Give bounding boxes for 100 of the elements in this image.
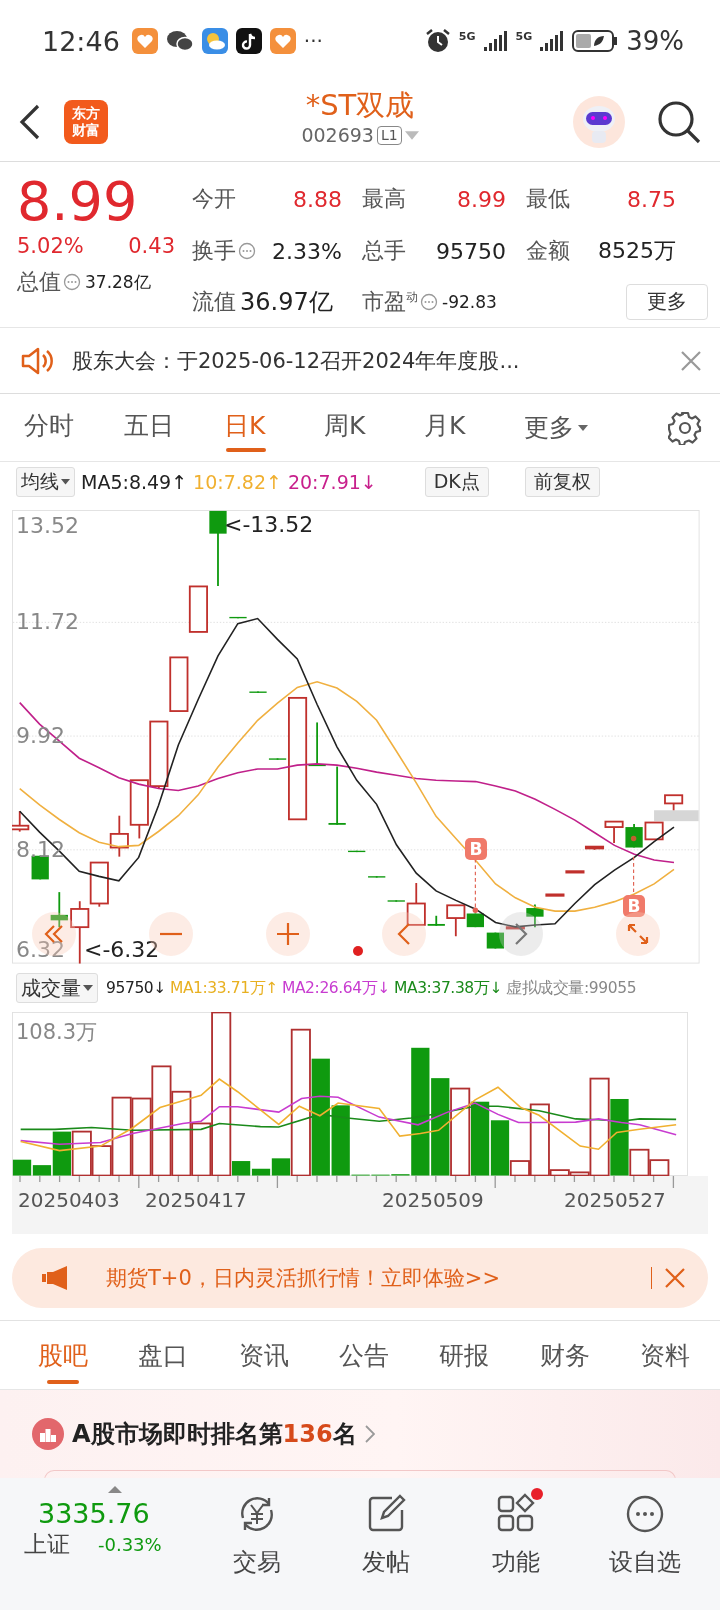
candle [12,810,30,833]
heart-app-icon [131,28,158,54]
zoom-in-button[interactable] [266,912,310,956]
nav-item[interactable]: 交易 [192,1492,322,1582]
chart-tab[interactable]: 分时 [24,393,124,462]
close-icon[interactable] [680,349,702,372]
more-dots-icon[interactable] [238,242,256,261]
network-type: 5G [458,30,476,43]
date-label: 20250509 [382,1188,484,1212]
close-icon[interactable] [664,1267,686,1289]
nav-item[interactable]: 发帖 [321,1492,451,1582]
more-dots-icon[interactable] [420,292,438,311]
stat-value: 2.33% [272,238,342,264]
chart-option-button[interactable]: 前复权 [524,467,600,497]
more-button[interactable]: 更多 [626,283,708,320]
back-icon[interactable] [18,102,42,141]
stat-value: 36.97亿 [240,286,333,318]
search-icon[interactable] [656,98,702,145]
weather-icon [201,28,228,54]
nav-item[interactable]: 功能 [451,1492,581,1582]
trade-point [630,835,637,842]
scroll-left-button[interactable] [382,912,426,956]
stat-value: 8525万 [598,237,676,266]
chart-option-button[interactable]: DK点 [424,467,489,497]
volume-average-value: MA1:33.71万↑ [169,977,278,999]
index-change: -0.33% [98,1534,162,1555]
robot-avatar-icon[interactable] [572,94,626,149]
index-name: 上证 [24,1530,70,1559]
chart-tab[interactable]: 日K [224,393,324,462]
chart-tab[interactable]: 月K [424,393,524,462]
moving-average-value: 10:7.82↑ [193,471,282,493]
stat-label: 总手 [362,237,406,266]
stat-label: 最高 [362,185,406,214]
date-label: 20250417 [145,1188,247,1212]
nav-item[interactable]: 设自选 [580,1492,710,1582]
leader-line [633,856,635,896]
chevron-left-icon [397,923,411,945]
trade-point [472,907,479,914]
caret-icon [83,985,93,991]
stat-label: 最低 [526,185,570,214]
index-value: 3335.76 [38,1498,151,1529]
stat-label: 换手 [192,237,236,266]
current-price: 8.99 [17,172,139,232]
dynamic-mark: 动 [406,288,418,304]
caret-up-icon[interactable] [108,1486,122,1493]
price-axis-label: 11.72 [16,610,79,635]
market-rank-text[interactable]: A股市场即时排名第136名 [72,1418,357,1450]
section-tab[interactable]: 资料 [639,1320,690,1390]
section-tab[interactable]: 盘口 [138,1320,189,1390]
settings-icon[interactable] [668,410,702,445]
candle [129,779,149,840]
low-price-label: <-6.32 [84,938,160,962]
candle [169,656,189,712]
section-tab[interactable]: 公告 [339,1320,389,1390]
indicator-selector[interactable]: 成交量 [16,973,98,1003]
candle [368,875,386,879]
leader-line [474,858,476,910]
section-tab[interactable]: 财务 [539,1320,590,1390]
stat-label: 总值 [17,268,61,296]
chart-tab[interactable]: 周K [324,393,424,462]
minus-icon [160,932,182,936]
volume-average-value: MA2:26.64万↓ [281,977,390,999]
candle [249,690,267,694]
dropdown-icon[interactable] [404,130,419,140]
indicator-selector[interactable]: 均线 [16,467,75,497]
section-tab[interactable]: 研报 [439,1320,490,1390]
candle [229,616,247,620]
candle [149,720,169,790]
section-tab[interactable]: 股吧 [38,1320,88,1390]
candle [328,765,346,826]
chart-tab[interactable]: 五日 [124,393,224,462]
candle [109,814,129,858]
buy-marker: B [465,838,487,860]
section-tab[interactable]: 资讯 [238,1320,289,1390]
chevron-right-icon [514,923,528,945]
candle [644,821,664,841]
price-axis-label: 13.52 [16,514,79,538]
change-amount: 0.43 [128,234,175,258]
scroll-right-button[interactable] [499,912,543,956]
more-dots-icon[interactable] [63,273,81,291]
caret-icon [578,424,588,431]
volume-average-value: MA3:37.38万↓ [393,977,502,999]
candle [625,823,643,849]
candle [664,794,684,812]
caret-icon [61,479,70,485]
stat-value: 8.99 [457,186,506,212]
price-axis-label: 6.32 [16,938,65,962]
buy-marker: B [623,895,645,917]
stat-value: 37.28亿 [85,270,151,294]
alarm-icon [424,28,451,54]
candle [348,849,366,853]
volume-average-value: 虚拟成交量:99055 [506,977,637,999]
moving-average-value: MA5:8.49↑ [81,471,188,493]
price-tag [654,810,699,822]
heart-app-icon [269,28,296,54]
fullscreen-button[interactable] [616,912,660,956]
notice-text[interactable]: 股东大会：于2025-06-12召开2024年年度股... [72,346,662,375]
stat-label: 市盈 [362,287,406,316]
network-type: 5G [515,30,533,43]
chart-tab[interactable]: 更多 [524,393,588,462]
